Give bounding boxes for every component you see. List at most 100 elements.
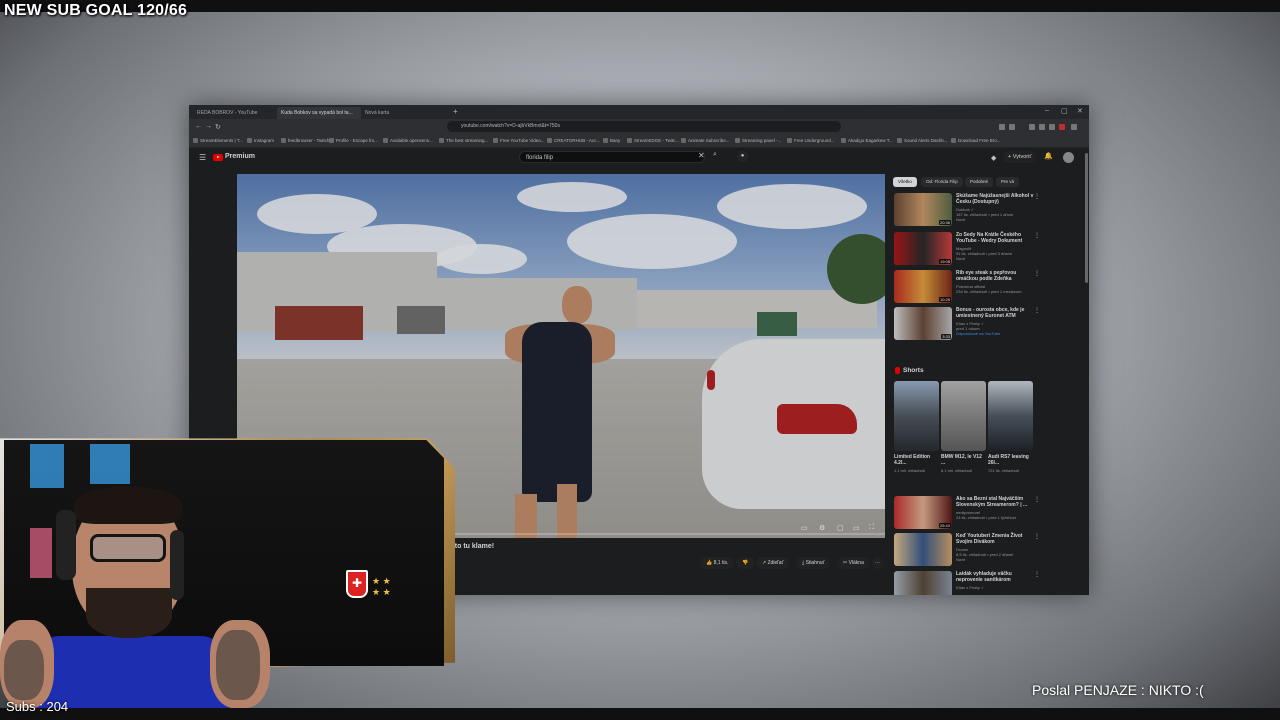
bookmark[interactable]: Available opensens... xyxy=(383,137,433,145)
theater-icon[interactable]: ▭ xyxy=(853,524,860,532)
extension-icon[interactable] xyxy=(1059,124,1065,130)
more-options-icon[interactable]: ⋮ xyxy=(1034,232,1040,239)
chip-related[interactable]: Podobné xyxy=(965,177,994,187)
bookmark[interactable]: Free YouTube Video... xyxy=(493,137,545,145)
avatar[interactable] xyxy=(1063,152,1074,163)
chip-all[interactable]: Všetko xyxy=(893,177,917,187)
recommendation-item[interactable]: Keď Youtuberi Zmenia Život Svojim Diváko… xyxy=(894,533,1044,567)
reload-icon[interactable]: ↻ xyxy=(215,123,221,131)
short-item[interactable]: Limited Edition 4.2l... 1,1 mil. zhliadn… xyxy=(894,381,939,473)
video-thumbnail[interactable]: 3:33 xyxy=(894,307,952,340)
extension-icon[interactable] xyxy=(1029,124,1035,130)
channel-name[interactable]: Kňaz z Prahy ✓ xyxy=(956,585,1036,590)
tab-3[interactable]: Nová karta xyxy=(361,107,445,119)
more-options-icon[interactable]: ⋮ xyxy=(1034,270,1040,277)
bookmark[interactable]: Animate Subscribe... xyxy=(681,137,730,145)
recommendation-title[interactable]: Laidák vyhladuje väčku neprovenie sanitk… xyxy=(956,571,1034,583)
video-thumbnail[interactable]: 20:36 xyxy=(894,193,952,226)
forward-icon[interactable]: → xyxy=(205,123,212,130)
more-options-icon[interactable]: ⋮ xyxy=(1034,307,1040,314)
share-button[interactable]: ↗ Zdieľať xyxy=(756,557,790,569)
short-thumbnail[interactable] xyxy=(894,381,939,451)
recommendation-title[interactable]: Ako sa Bezní stal Najväčším Slovenským S… xyxy=(956,496,1034,508)
tab-2[interactable]: Kuda Bobkov sa vypadá bol ta... xyxy=(277,107,361,119)
bookmark[interactable]: CREATORHUB - Acc... xyxy=(547,137,600,145)
short-thumbnail[interactable] xyxy=(941,381,986,451)
close-window-button[interactable]: ✕ xyxy=(1077,107,1083,115)
clip-button[interactable]: ✂ Vlákna xyxy=(837,557,870,569)
bookmark[interactable]: Free Underground... xyxy=(787,137,835,145)
recommendation-title[interactable]: Keď Youtuberi Zmenia Život Svojim Diváko… xyxy=(956,533,1034,545)
bookmark[interactable]: StreamEDGE - Twitc... xyxy=(627,137,679,145)
recommendation-title[interactable]: Skúšame Najúžasnejší Alkohol v Česku (Do… xyxy=(956,193,1034,205)
bookmark[interactable]: Streaming panel -... xyxy=(735,137,781,145)
like-button[interactable]: 👍 8,1 tis. xyxy=(700,557,735,569)
premium-label[interactable]: Premium xyxy=(225,153,255,160)
search-icon[interactable]: ⌕ xyxy=(713,151,717,159)
settings-gear-icon[interactable]: ⚙ xyxy=(819,524,825,532)
new-tab-button[interactable]: + xyxy=(453,107,458,116)
bookmark[interactable]: Instagram xyxy=(247,137,274,145)
url-bar[interactable]: youtube.com/watch?v=D-ajbVkBmxt&t=750s xyxy=(447,121,841,132)
recommendation-title[interactable]: Bonus - ourosta obce, kde je umiestnený … xyxy=(956,307,1034,319)
short-title[interactable]: Limited Edition 4.2l... xyxy=(894,454,939,466)
subtitles-icon[interactable]: ▭ xyxy=(801,524,808,532)
recommendation-item[interactable]: 20:36 Skúšame Najúžasnejší Alkohol v Čes… xyxy=(894,193,1044,227)
more-options-icon[interactable]: ⋮ xyxy=(1034,193,1040,200)
video-thumbnail[interactable]: 25:43 xyxy=(894,496,952,529)
notifications-bell-icon[interactable]: 🔔 xyxy=(1044,152,1053,160)
bookmark[interactable]: feedbrowser - Twitch xyxy=(281,137,329,145)
background-light xyxy=(30,528,52,578)
short-title[interactable]: Audi RS7 leaving 26l... xyxy=(988,454,1033,466)
cast-icon[interactable]: ◆ xyxy=(991,154,996,162)
recommendation-title[interactable]: Zo Sedy Na Krátle Českého YouTube - Wedr… xyxy=(956,232,1034,244)
recommendation-item[interactable]: 25:43 Ako sa Bezní stal Najväčším Sloven… xyxy=(894,496,1044,530)
extension-icon[interactable] xyxy=(1009,124,1015,130)
tab-1[interactable]: REDA BOBROV - YouTube xyxy=(193,107,277,119)
maximize-button[interactable]: ▢ xyxy=(1061,107,1068,115)
dislike-button[interactable]: 👎 xyxy=(736,557,755,569)
video-thumbnail[interactable] xyxy=(894,571,952,595)
recommendation-item[interactable]: 19:08 Zo Sedy Na Krátle Českého YouTube … xyxy=(894,232,1044,266)
hamburger-icon[interactable]: ☰ xyxy=(199,153,206,162)
bookmark[interactable]: Profile - Escape fro... xyxy=(329,137,378,145)
more-actions-button[interactable]: ⋯ xyxy=(872,557,883,569)
download-button[interactable]: ⤓ Stiahnuť xyxy=(796,557,831,569)
menu-icon[interactable] xyxy=(1071,124,1077,130)
short-item[interactable]: Audi RS7 leaving 26l... 721 tis. zhliadn… xyxy=(988,381,1033,473)
page-scrollbar[interactable] xyxy=(1085,153,1088,283)
extension-icon[interactable] xyxy=(1049,124,1055,130)
create-button[interactable]: + Vytvoriť xyxy=(1003,151,1037,163)
extension-icon[interactable] xyxy=(1039,124,1045,130)
bookmark[interactable]: Sound Alerts Dashb... xyxy=(897,137,948,145)
short-thumbnail[interactable] xyxy=(988,381,1033,451)
more-options-icon[interactable]: ⋮ xyxy=(1034,496,1040,503)
back-icon[interactable]: ← xyxy=(195,123,202,130)
bookmark[interactable]: Download Free Bro... xyxy=(951,137,1001,145)
extension-icon[interactable] xyxy=(999,124,1005,130)
bookmark[interactable]: StreamElements | T... xyxy=(193,137,243,145)
recommendation-item[interactable]: 10:28 Rib eye steak s pepřovou omáčkou p… xyxy=(894,270,1044,304)
video-thumbnail[interactable]: 10:28 xyxy=(894,270,952,303)
more-options-icon[interactable]: ⋮ xyxy=(1034,533,1040,540)
clear-search-icon[interactable]: ✕ xyxy=(698,151,705,160)
search-input[interactable]: florida filip xyxy=(519,151,705,163)
chip-from-channel[interactable]: Od: Florida Filip xyxy=(921,177,963,187)
youtube-logo-icon[interactable] xyxy=(213,154,223,161)
short-title[interactable]: BMW M12, le V12 ... xyxy=(941,454,986,466)
minimize-button[interactable]: – xyxy=(1045,107,1049,114)
bookmark[interactable]: The best streaming... xyxy=(439,137,488,145)
more-options-icon[interactable]: ⋮ xyxy=(1034,571,1040,578)
bookmark[interactable]: Akadigo Eagarkew T... xyxy=(841,137,893,145)
short-item[interactable]: BMW M12, le V12 ... 6,1 mil. zhliadnutí xyxy=(941,381,986,473)
video-thumbnail[interactable] xyxy=(894,533,952,566)
microphone-icon[interactable]: ● xyxy=(737,151,748,162)
fullscreen-icon[interactable]: ⛶ xyxy=(869,524,874,532)
miniplayer-icon[interactable]: ▢ xyxy=(837,524,844,532)
recommendation-title[interactable]: Rib eye steak s pepřovou omáčkou podle Z… xyxy=(956,270,1034,282)
bookmark[interactable]: Bany xyxy=(603,137,620,145)
recommendation-item[interactable]: Laidák vyhladuje väčku neprovenie sanitk… xyxy=(894,571,1044,595)
recommendation-item[interactable]: 3:33 Bonus - ourosta obce, kde je umiest… xyxy=(894,307,1044,341)
chip-for-you[interactable]: Pre vá xyxy=(996,177,1020,187)
video-thumbnail[interactable]: 19:08 xyxy=(894,232,952,265)
